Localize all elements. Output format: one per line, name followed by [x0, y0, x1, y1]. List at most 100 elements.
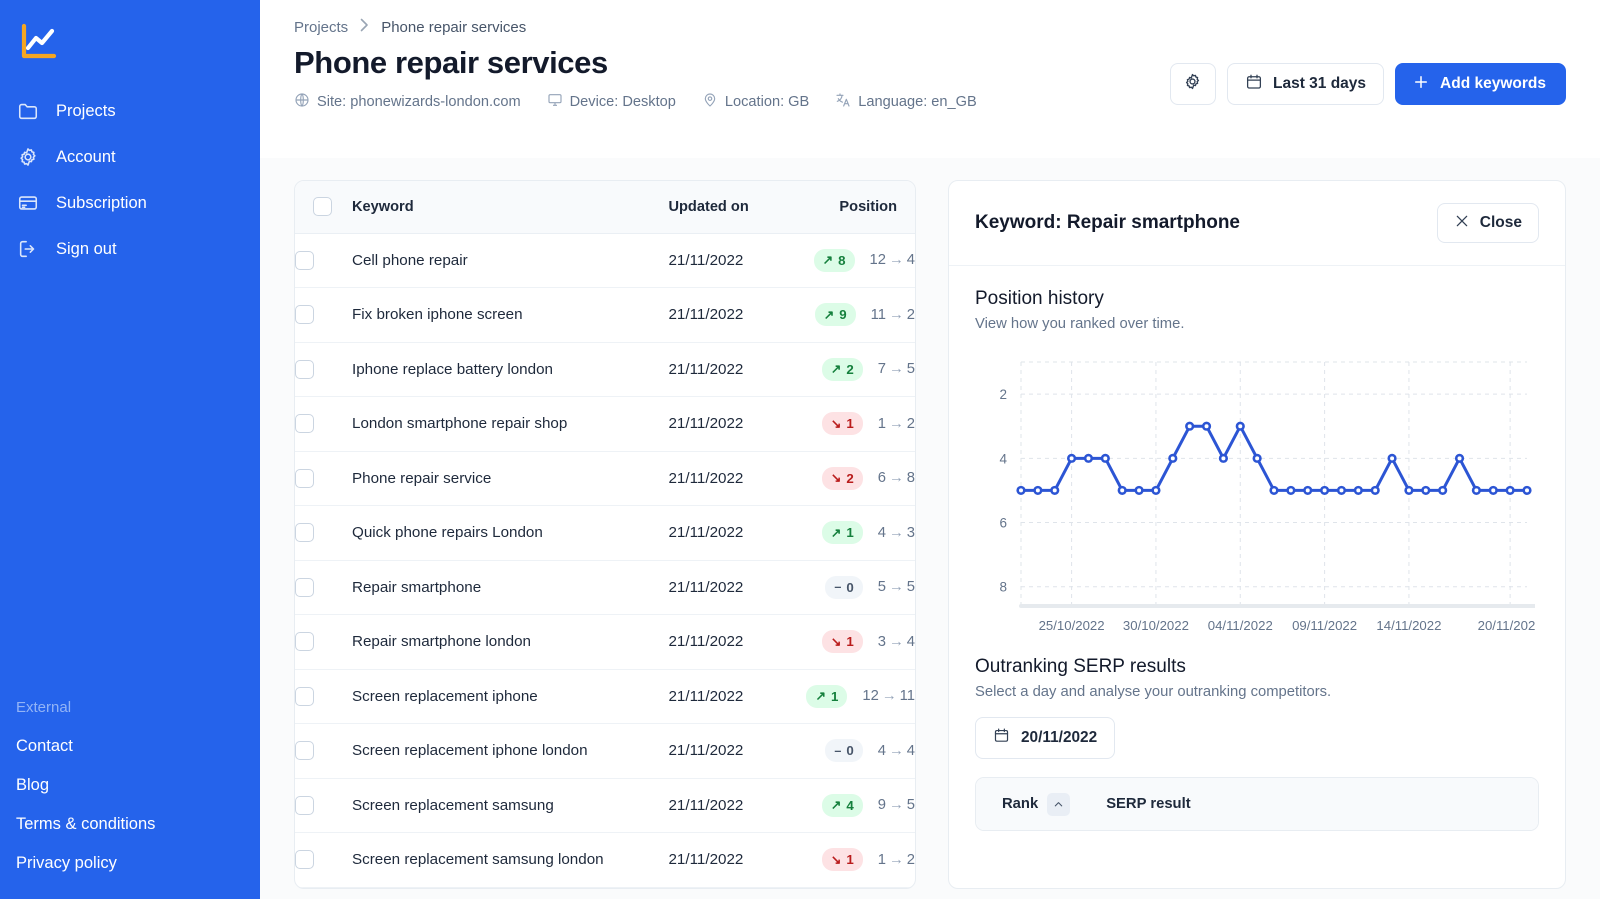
sidebar-item-label: Projects [56, 101, 116, 120]
chart-data-point[interactable] [1303, 485, 1313, 496]
row-checkbox[interactable] [295, 414, 314, 434]
row-checkbox[interactable] [295, 359, 314, 379]
chart-data-point[interactable] [1218, 453, 1228, 463]
table-row[interactable]: Screen replacement iphone 21/11/2022 ↗ 1 12 →… [295, 669, 915, 724]
table-row[interactable]: Phone repair service 21/11/2022 ↘ 2 6 → 8 [295, 451, 915, 506]
row-checkbox[interactable] [295, 305, 314, 325]
keywords-table-body: Cell phone repair 21/11/2022 ↗ 8 12 → 4 Fix bro… [295, 233, 915, 888]
arrow-right-icon: → [881, 688, 897, 705]
row-checkbox[interactable] [295, 468, 314, 488]
table-row[interactable]: Iphone replace battery london 21/11/2022 ↗… [295, 342, 915, 397]
chart-data-point[interactable] [1100, 453, 1110, 463]
keyword-detail-panel: Keyword: Repair smartphone Close Positio… [948, 180, 1566, 889]
chart-data-point[interactable] [1370, 485, 1380, 496]
serp-heading: Outranking SERP results [975, 656, 1186, 677]
gear-icon [16, 145, 40, 169]
external-link-terms[interactable]: Terms & conditions [0, 805, 260, 844]
chart-data-point[interactable] [1454, 453, 1465, 463]
col-position[interactable]: Position [778, 181, 915, 234]
arrow-right-icon: → [888, 742, 904, 759]
meta-device-text: Device: Desktop [569, 94, 676, 110]
row-checkbox[interactable] [295, 741, 314, 761]
sidebar-item-subscription[interactable]: Subscription [0, 180, 260, 226]
chart-data-point[interactable] [1185, 421, 1195, 431]
chart-data-point[interactable] [1286, 485, 1296, 496]
table-row[interactable]: Screen replacement samsung 21/11/2022 ↗ 4 9 →… [295, 778, 915, 833]
table-row[interactable]: Repair smartphone 21/11/2022 –0 5 → 5 [295, 560, 915, 615]
chart-data-point[interactable] [1151, 485, 1161, 496]
breadcrumb-current[interactable]: Phone repair services [381, 19, 526, 36]
date-range-button[interactable]: Last 31 days [1226, 63, 1385, 105]
chart-data-point[interactable] [1320, 485, 1330, 496]
chevron-up-icon[interactable] [1047, 792, 1071, 816]
close-button[interactable]: Close [1436, 203, 1539, 243]
row-checkbox[interactable] [295, 523, 314, 543]
chart-data-point[interactable] [1505, 485, 1515, 496]
row-checkbox[interactable] [295, 850, 314, 870]
chart-data-point[interactable] [1235, 421, 1245, 431]
chart-data-point[interactable] [1471, 485, 1482, 496]
row-checkbox[interactable] [295, 632, 314, 652]
trend-up-icon: ↗ [830, 525, 842, 540]
sidebar-item-sign-out[interactable]: Sign out [0, 226, 260, 272]
table-row[interactable]: Screen replacement samsung london 21/11/2… [295, 832, 915, 888]
position-history-section: Position history View how you ranked ove… [949, 266, 1565, 648]
select-all-checkbox[interactable] [313, 197, 332, 217]
chart-data-point[interactable] [1066, 453, 1077, 463]
col-keyword[interactable]: Keyword [352, 181, 669, 234]
chart-data-point[interactable] [1269, 485, 1279, 496]
position-history-chart[interactable]: 2 4 6 8 25/10/2022 30/10/2022 04/11/2022 09/11/… [975, 348, 1539, 648]
chart-data-point[interactable] [1134, 485, 1144, 496]
chart-data-point[interactable] [1488, 485, 1498, 496]
table-row[interactable]: Repair smartphone london 21/11/2022 ↘ 1 3 → 4 [295, 614, 915, 670]
serp-date-picker[interactable]: 20/11/2022 [975, 717, 1116, 759]
chart-data-point[interactable] [1438, 485, 1448, 496]
cell-position: ↘ 1 3 → 4 [778, 614, 915, 670]
sign-out-icon [16, 237, 40, 261]
chart-data-point[interactable] [1117, 485, 1127, 496]
row-checkbox[interactable] [295, 795, 314, 815]
chart-data-point[interactable] [1168, 453, 1178, 463]
position-change-badge: ↘ 1 [821, 630, 863, 654]
chart-data-point[interactable] [1083, 453, 1094, 463]
table-row[interactable]: Fix broken iphone screen 21/11/2022 ↗ 9 11 → 2 [295, 287, 915, 343]
chart-data-point[interactable] [1252, 453, 1262, 463]
cell-updated-on: 21/11/2022 [668, 505, 779, 561]
chart-data-point[interactable] [1050, 485, 1060, 496]
table-row[interactable]: London smartphone repair shop 21/11/2022 ↘… [295, 396, 915, 452]
chart-data-point[interactable] [1522, 485, 1532, 496]
date-range-label: Last 31 days [1272, 75, 1367, 92]
row-checkbox[interactable] [295, 250, 314, 270]
chart-data-point[interactable] [1421, 485, 1431, 496]
position-from: 4 [877, 742, 886, 759]
external-link-blog[interactable]: Blog [0, 766, 260, 805]
breadcrumb-root[interactable]: Projects [294, 19, 348, 36]
row-checkbox[interactable] [295, 577, 314, 597]
sidebar-item-account[interactable]: Account [0, 134, 260, 180]
chart-data-point[interactable] [1033, 485, 1043, 496]
trend-up-icon: ↗ [830, 798, 842, 812]
chart-data-point[interactable] [1336, 485, 1347, 496]
row-select-cell [295, 723, 352, 779]
settings-button[interactable] [1169, 63, 1216, 105]
chart-data-point[interactable] [1201, 421, 1212, 431]
row-checkbox[interactable] [295, 686, 314, 706]
chart-line-logo-icon[interactable] [14, 18, 62, 66]
header-actions: Last 31 days Add keywords [1169, 63, 1566, 105]
trend-down-icon: ↘ [830, 634, 842, 649]
table-row[interactable]: Screen replacement iphone london 21/11/20… [295, 723, 915, 779]
add-keywords-button[interactable]: Add keywords [1395, 63, 1566, 105]
position-shift: 12 → 11 [862, 688, 915, 704]
col-updated-on[interactable]: Updated on [668, 181, 779, 234]
chart-data-point[interactable] [1353, 485, 1363, 496]
chart-data-point[interactable] [1016, 485, 1026, 496]
table-row[interactable]: Quick phone repairs London 21/11/2022 ↗ 1 4 →… [295, 505, 915, 561]
position-to: 2 [906, 306, 915, 323]
external-link-privacy[interactable]: Privacy policy [0, 844, 260, 883]
chart-data-point[interactable] [1404, 485, 1414, 496]
table-row[interactable]: Cell phone repair 21/11/2022 ↗ 8 12 → 4 [295, 233, 915, 288]
chart-data-point[interactable] [1387, 453, 1397, 463]
trend-flat-icon: – [834, 743, 842, 758]
external-link-contact[interactable]: Contact [0, 727, 260, 766]
sidebar-item-projects[interactable]: Projects [0, 88, 260, 134]
